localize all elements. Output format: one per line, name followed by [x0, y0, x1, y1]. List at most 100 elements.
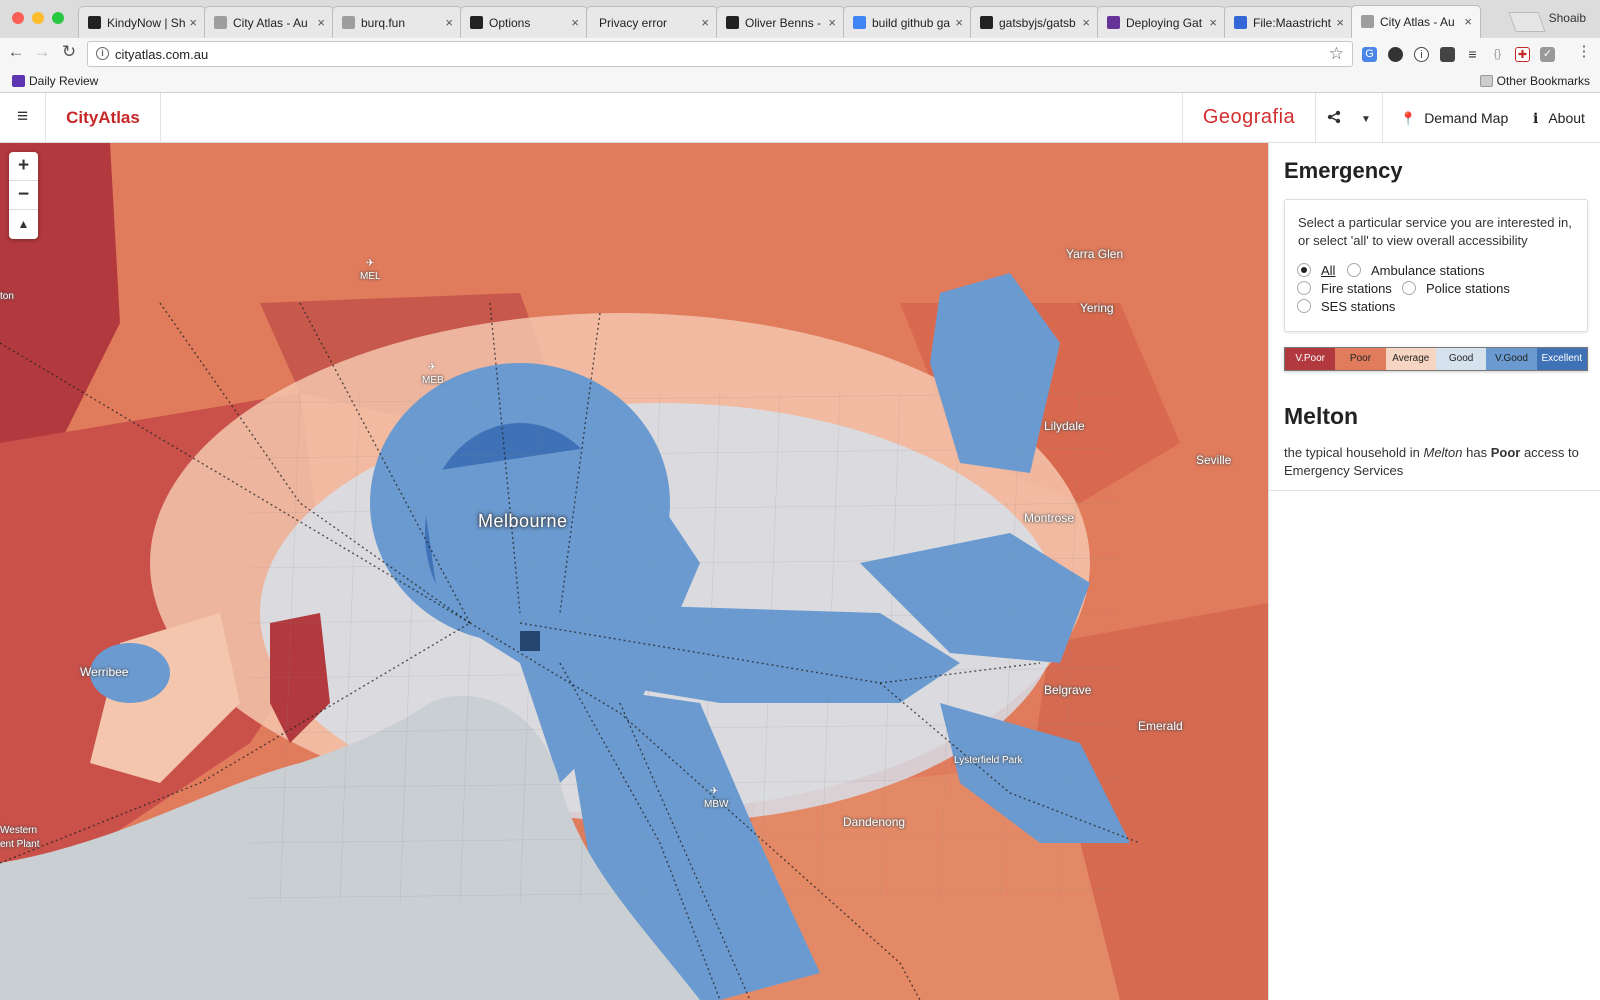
evernote-extension-icon[interactable] — [1440, 47, 1455, 62]
info-icon: i — [1533, 111, 1539, 127]
tab-close-icon[interactable]: × — [1336, 15, 1344, 30]
radio-ambulance-stations[interactable]: Ambulance stations — [1347, 263, 1484, 278]
url-text[interactable]: cityatlas.com.au — [115, 47, 208, 62]
airport-label: MEL — [360, 271, 381, 282]
tab-title: File:Maastricht — [1253, 16, 1332, 30]
browser-toolbar: ← → ↻ i cityatlas.com.au ☆ G i ≡ {} ✚ ✓ … — [0, 38, 1600, 70]
profile-name[interactable]: Shoaib — [1549, 11, 1586, 25]
radio-dot[interactable] — [1402, 281, 1416, 295]
place-label: ton — [0, 291, 14, 302]
share-button[interactable]: ▼ — [1316, 93, 1383, 143]
site-info-icon[interactable]: i — [96, 47, 109, 60]
radio-ses-stations[interactable]: SES stations — [1297, 299, 1395, 314]
browser-tab[interactable]: Options × — [460, 6, 588, 38]
tab-close-icon[interactable]: × — [701, 15, 709, 30]
new-tab-button[interactable] — [1508, 12, 1546, 32]
tab-close-icon[interactable]: × — [571, 15, 579, 30]
radio-all[interactable]: All — [1297, 263, 1335, 278]
tab-strip: KindyNow | Sh × City Atlas - Au × burq.fun × O… — [0, 0, 1600, 39]
browser-tab[interactable]: burq.fun × — [332, 6, 462, 38]
place-label: Seville — [1196, 453, 1232, 467]
side-panel: Emergency Select a particular service yo… — [1268, 143, 1600, 1000]
tab-title: Options — [489, 16, 531, 30]
cross-extension-icon[interactable]: ✚ — [1515, 47, 1530, 62]
maximize-window-button[interactable] — [52, 12, 64, 24]
reader-extension-icon[interactable]: ≡ — [1465, 47, 1480, 62]
nav-about[interactable]: i About — [1533, 93, 1585, 143]
radio-dot[interactable] — [1297, 299, 1311, 313]
tab-close-icon[interactable]: × — [1464, 14, 1472, 29]
browser-tab[interactable]: City Atlas - Au × — [204, 6, 334, 38]
summary-place: Melton — [1423, 445, 1463, 460]
json-extension-icon[interactable]: {} — [1490, 47, 1505, 62]
browser-tab[interactable]: City Atlas - Au × — [1351, 5, 1481, 39]
browser-menu-icon[interactable]: ⋮ — [1573, 42, 1595, 60]
legend-item: Excellent — [1536, 348, 1587, 370]
cbd-block — [520, 631, 540, 651]
back-arrow-icon[interactable]: ← — [5, 42, 27, 62]
nav-demand-map-label: Demand Map — [1424, 110, 1509, 126]
radio-label: Police stations — [1426, 281, 1510, 296]
tab-close-icon[interactable]: × — [445, 15, 453, 30]
radio-fire-stations[interactable]: Fire stations — [1297, 281, 1392, 296]
pin-icon: 📍 — [1400, 111, 1417, 126]
summary-rating: Poor — [1490, 445, 1521, 460]
close-window-button[interactable] — [12, 12, 24, 24]
brand-logo[interactable]: CityAtlas — [46, 93, 161, 143]
tab-close-icon[interactable]: × — [1082, 15, 1090, 30]
tab-favicon-icon — [980, 16, 993, 29]
browser-tab[interactable]: Deploying Gat × — [1097, 6, 1226, 38]
radio-dot[interactable] — [1297, 281, 1311, 295]
app-header: ≡ CityAtlas Geografia ▼ 📍 Demand Map i Abo… — [0, 93, 1600, 143]
translate-extension-icon[interactable]: G — [1362, 47, 1377, 62]
tab-close-icon[interactable]: × — [1209, 15, 1217, 30]
share-icon — [1327, 110, 1341, 124]
other-bookmarks-folder[interactable]: Other Bookmarks — [1479, 74, 1590, 88]
radio-dot[interactable] — [1347, 263, 1361, 277]
radio-label: SES stations — [1321, 299, 1396, 314]
forward-arrow-icon[interactable]: → — [31, 42, 53, 62]
airport-icon: ✈ — [710, 786, 719, 797]
radio-dot[interactable] — [1297, 263, 1311, 277]
place-label: Yarra Glen — [1066, 247, 1124, 261]
reset-north-button[interactable]: ▲ — [9, 210, 38, 239]
tab-close-icon[interactable]: × — [955, 15, 963, 30]
minimize-window-button[interactable] — [32, 12, 44, 24]
bookmark-daily-review[interactable]: Daily Review — [12, 74, 98, 88]
tab-close-icon[interactable]: × — [828, 15, 836, 30]
map-zoom-controls: + − ▲ — [9, 152, 38, 239]
place-label: Yering — [1080, 301, 1114, 315]
zoom-in-button[interactable]: + — [9, 152, 38, 181]
zoom-out-button[interactable]: − — [9, 181, 38, 210]
accessibility-map[interactable]: + − ▲ Melbourne Yarra Glen Yering Lilydale S… — [0, 143, 1268, 1000]
radio-police-stations[interactable]: Police stations — [1402, 281, 1510, 296]
legend-item: Average — [1385, 348, 1436, 370]
choropleth-layer[interactable] — [0, 143, 1268, 1000]
hamburger-menu-icon[interactable]: ≡ — [0, 93, 46, 143]
browser-tab[interactable]: Privacy error × — [586, 6, 718, 38]
place-label: Werribee — [80, 665, 129, 679]
info-extension-icon[interactable]: i — [1414, 47, 1429, 62]
tab-close-icon[interactable]: × — [189, 15, 197, 30]
browser-tab[interactable]: Oliver Benns - × — [716, 6, 845, 38]
contrast-extension-icon[interactable] — [1388, 47, 1403, 62]
tab-favicon-icon — [1361, 15, 1374, 28]
reload-icon[interactable]: ↻ — [58, 42, 80, 62]
browser-tab[interactable]: File:Maastricht × — [1224, 6, 1353, 38]
tab-title: City Atlas - Au — [233, 16, 308, 30]
airport-label: MBW — [704, 799, 729, 810]
partner-logo[interactable]: Geografia — [1182, 93, 1316, 143]
bookmark-star-icon[interactable]: ☆ — [1329, 44, 1344, 64]
browser-tab[interactable]: gatsbyjs/gatsb × — [970, 6, 1099, 38]
tab-close-icon[interactable]: × — [317, 15, 325, 30]
bookmark-label: Daily Review — [29, 74, 99, 88]
browser-tab[interactable]: KindyNow | Sh × — [78, 6, 206, 38]
tab-favicon-icon — [88, 16, 101, 29]
place-label: ent Plant — [0, 839, 40, 850]
browser-tab[interactable]: build github ga × — [843, 6, 972, 38]
nav-demand-map[interactable]: 📍 Demand Map — [1400, 93, 1508, 143]
address-bar[interactable]: i cityatlas.com.au ☆ — [87, 41, 1353, 67]
checkbox-extension-icon[interactable]: ✓ — [1540, 47, 1555, 62]
airport-label: MEB — [422, 375, 444, 386]
tab-title: Oliver Benns - — [745, 16, 822, 30]
